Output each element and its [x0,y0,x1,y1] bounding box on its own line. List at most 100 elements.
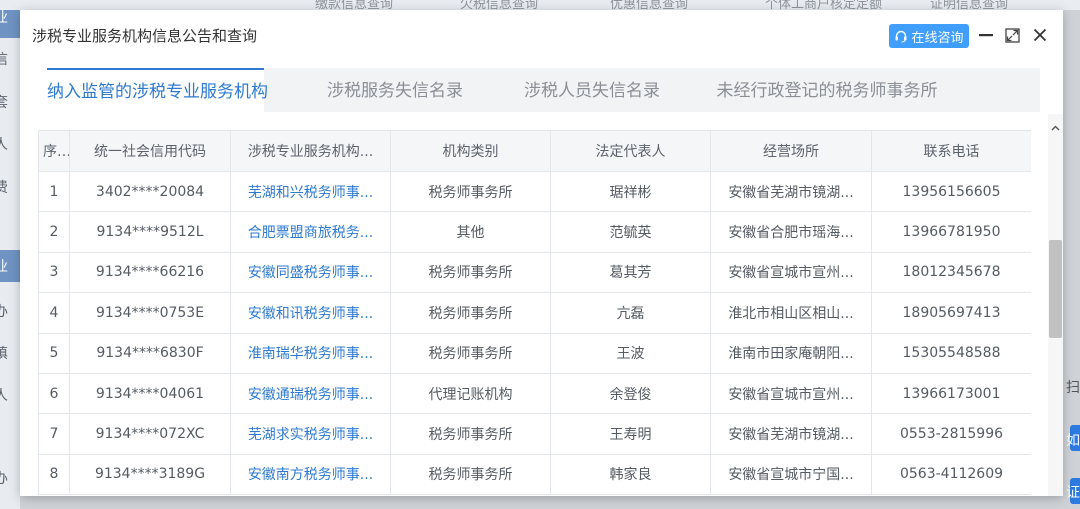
cell-address: 安徽省宣城市宣州... [710,251,872,294]
cell-phone: 0553-2815996 [871,413,1031,455]
table-row: 5 9134****6830F 淮南瑞华税务师事... 税务师事务所 王波 淮南市田家庵朝… [38,332,1031,374]
cell-category: 税务师事务所 [390,413,551,455]
scroll-thumb[interactable] [1049,240,1062,338]
bg-fragment: 扫 [1066,380,1080,396]
dialog-title: 涉税专业服务机构信息公告和查询 [32,27,258,45]
col-header-index: 序号 [38,130,70,172]
cell-address: 安徽省芜湖市镜湖... [710,413,872,455]
col-header-credit-code: 统一社会信用代码 [69,130,231,172]
cell-category: 税务师事务所 [390,453,551,496]
cell-address: 淮北市相山区相山... [710,292,872,334]
bg-fragment: 办 [0,304,8,320]
col-header-phone: 联系电话 [871,130,1031,172]
cell-index: 1 [38,170,70,213]
cell-credit-code: 9134****0753E [69,292,231,334]
cell-legal-rep: 范毓英 [550,211,711,253]
close-icon [1033,28,1047,42]
table-row: 6 9134****04061 安徽通瑞税务师事... 代理记账机构 余登俊 安徽省宣城市… [38,372,1031,415]
cell-legal-rep: 余登俊 [550,372,711,415]
cell-agency-name[interactable]: 合肥票盟商旅税务... [230,211,391,253]
cell-agency-name[interactable]: 芜湖和兴税务师事... [230,170,391,213]
bg-fragment: 业 [0,10,8,26]
cell-address: 淮南市田家庵朝阳... [710,332,872,374]
cell-index: 4 [38,292,70,334]
background-top-tabs: 缴款信息查询 欠税信息查询 优惠信息查询 个体工商户核定定额 证明信息查询 [0,0,1080,10]
maximize-button[interactable] [1002,25,1022,45]
cell-agency-name[interactable]: 安徽南方税务师事... [230,453,391,496]
tab-service-dishonest-list[interactable]: 涉税服务失信名录 [305,68,485,112]
table-row: 1 3402****20084 芜湖和兴税务师事... 税务师事务所 琚祥彬 安徽省芜湖市… [38,170,1031,213]
cell-legal-rep: 葛其芳 [550,251,711,294]
bg-tab: 个体工商户核定定额 [765,0,883,10]
bg-fragment: 人 [0,388,8,404]
cell-index: 8 [38,453,70,496]
minimize-button[interactable] [976,25,996,45]
cell-agency-name[interactable]: 安徽同盛税务师事... [230,251,391,294]
table-row: 4 9134****0753E 安徽和讯税务师事... 税务师事务所 亢磊 淮北市相山区相… [38,292,1031,334]
tab-supervised-agencies[interactable]: 纳入监管的涉税专业服务机构 [47,68,268,112]
table-row: 8 9134****3189G 安徽南方税务师事... 税务师事务所 韩家良 安徽省宣城市… [38,453,1031,496]
cell-index: 3 [38,251,70,294]
cell-address: 安徽省宣城市宣州... [710,372,872,415]
cell-category: 税务师事务所 [390,292,551,334]
cell-agency-name[interactable]: 安徽和讯税务师事... [230,292,391,334]
cell-index: 5 [38,332,70,374]
bg-fragment: 费 [0,180,8,196]
online-consult-button[interactable]: 在线咨询 [889,24,969,48]
cell-phone: 0563-4112609 [871,453,1031,496]
table-row: 2 9134****9512L 合肥票盟商旅税务... 其他 范毓英 安徽省合肥市瑶海..… [38,211,1031,253]
col-header-agency-name: 涉税专业服务机构... [230,130,391,172]
col-header-legal-rep: 法定代表人 [550,130,711,172]
cell-phone: 13966173001 [871,372,1031,415]
cell-category: 税务师事务所 [390,170,551,213]
cell-agency-name[interactable]: 芜湖求实税务师事... [230,413,391,455]
cell-phone: 13956156605 [871,170,1031,213]
cell-agency-name[interactable]: 安徽通瑞税务师事... [230,372,391,415]
minimize-icon [979,34,993,37]
info-dialog: 涉税专业服务机构信息公告和查询 在线咨询 纳入监管的涉税专业服务机构 涉税服务失… [20,10,1063,496]
cell-index: 7 [38,413,70,455]
chevron-up-icon [1051,125,1060,131]
cell-credit-code: 9134****04061 [69,372,231,415]
cell-legal-rep: 亢磊 [550,292,711,334]
cell-legal-rep: 王寿明 [550,413,711,455]
bg-tab: 缴款信息查询 [315,0,394,10]
cell-credit-code: 9134****072XC [69,413,231,455]
bg-fragment: 如 [1066,433,1080,449]
bg-fragment: 证 [1066,485,1080,501]
cell-credit-code: 9134****3189G [69,453,231,496]
scroll-up-button[interactable] [1048,122,1063,134]
agency-table: 序号 统一社会信用代码 涉税专业服务机构... 机构类别 法定代表人 经营场所 … [38,130,1031,496]
tab-personnel-dishonest-list[interactable]: 涉税人员失信名录 [502,68,682,112]
cell-legal-rep: 琚祥彬 [550,170,711,213]
bg-fragment: 信 [0,52,8,68]
cell-credit-code: 3402****20084 [69,170,231,213]
cell-address: 安徽省合肥市瑶海... [710,211,872,253]
cell-category: 代理记账机构 [390,372,551,415]
vertical-scrollbar[interactable] [1048,114,1063,496]
table-row: 3 9134****66216 安徽同盛税务师事... 税务师事务所 葛其芳 安徽省宣城市… [38,251,1031,294]
bg-fragment: 套 [0,95,8,111]
cell-legal-rep: 韩家良 [550,453,711,496]
cell-credit-code: 9134****66216 [69,251,231,294]
cell-phone: 18012345678 [871,251,1031,294]
cell-legal-rep: 王波 [550,332,711,374]
tab-unregistered-firms[interactable]: 未经行政登记的税务师事务所 [697,68,957,112]
bg-fragment: 人 [0,137,8,153]
table-row: 7 9134****072XC 芜湖求实税务师事... 税务师事务所 王寿明 安徽省芜湖市… [38,413,1031,455]
bg-tab: 欠税信息查询 [460,0,539,10]
cell-index: 2 [38,211,70,253]
cell-phone: 15305548588 [871,332,1031,374]
cell-agency-name[interactable]: 淮南瑞华税务师事... [230,332,391,374]
cell-address: 安徽省芜湖市镜湖... [710,170,872,213]
cell-credit-code: 9134****6830F [69,332,231,374]
cell-phone: 13966781950 [871,211,1031,253]
bg-fragment: 业 [0,259,8,275]
headset-icon [894,29,908,43]
background-left-sidebar: 业 信 套 人 费 业 办 填 人 办 [0,10,20,509]
close-button[interactable] [1030,25,1050,45]
maximize-icon [1004,27,1020,43]
bg-fragment: 办 [0,471,8,487]
online-consult-label: 在线咨询 [911,30,964,46]
cell-category: 税务师事务所 [390,332,551,374]
